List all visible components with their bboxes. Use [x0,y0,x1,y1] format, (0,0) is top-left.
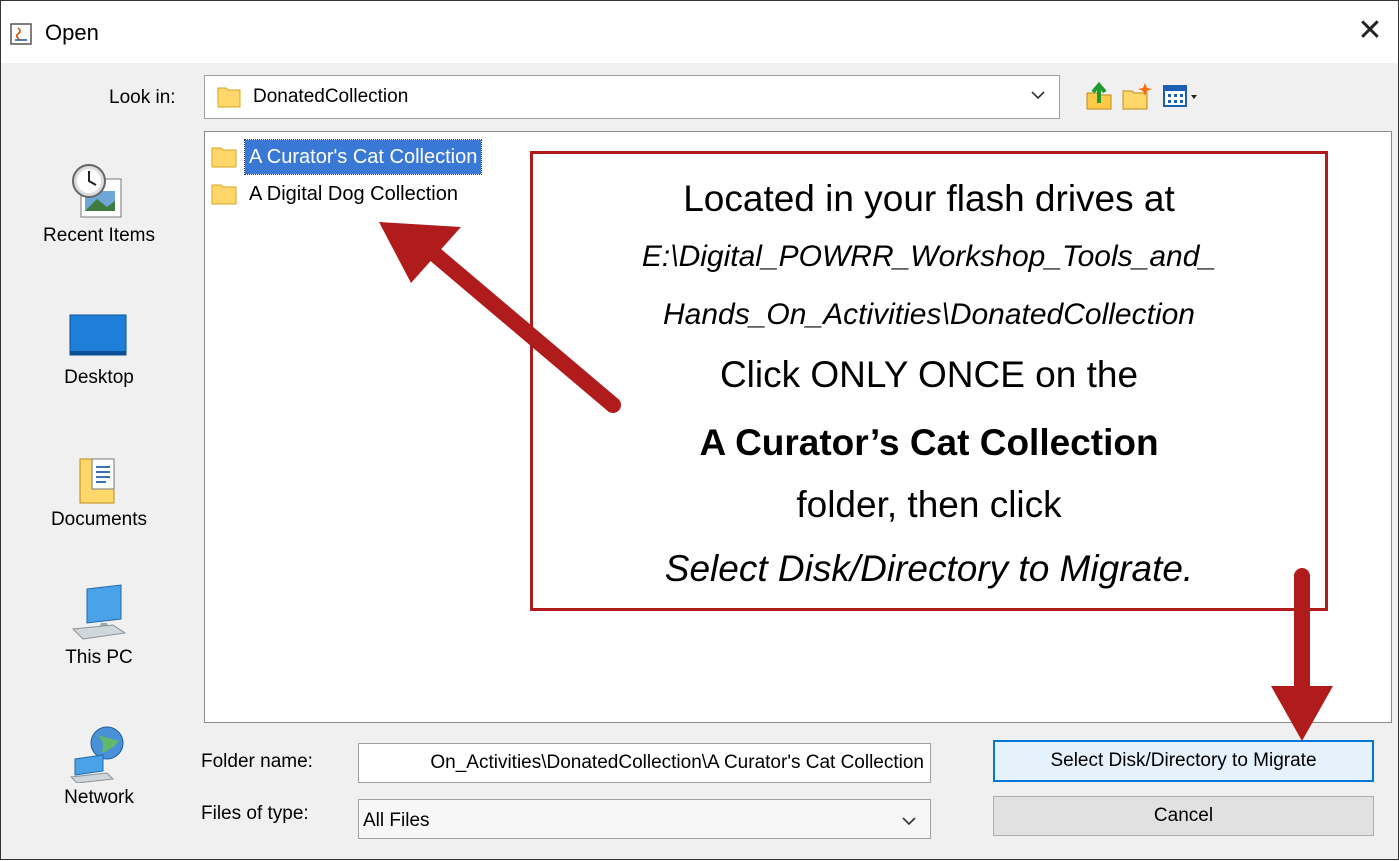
callout-line-6: folder, then click [796,484,1062,525]
place-label: This PC [65,647,133,668]
new-folder-icon[interactable] [1121,81,1153,111]
folder-icon [211,147,237,168]
files-of-type-label: Files of type: [201,803,309,824]
view-menu-icon[interactable] [1163,85,1203,109]
open-dialog: Open ✕ Look in: DonatedCollection Recent… [0,0,1399,860]
places-bar: Recent Items Desktop Documents This PC N… [9,131,189,831]
instruction-callout: Located in your flash drives at E:\Digit… [530,151,1328,611]
title-bar: Open ✕ [1,1,1398,63]
callout-line-4: Click ONLY ONCE on the [719,354,1139,395]
folder-name-input[interactable]: On_Activities\DonatedCollection\A Curato… [358,743,931,783]
java-app-icon [10,23,32,45]
folder-icon [211,184,237,205]
place-network[interactable]: Network [9,723,189,843]
place-documents[interactable]: Documents [9,449,189,569]
network-icon [69,726,124,783]
chevron-down-icon [902,817,916,826]
window-title: Open [45,20,99,45]
place-label: Recent Items [43,225,155,246]
folder-name-value: On_Activities\DonatedCollection\A Curato… [430,752,924,773]
close-button[interactable]: ✕ [1350,11,1390,51]
this-pc-icon [71,584,127,640]
folder-name-label: Folder name: [201,751,313,772]
look-in-dropdown[interactable]: DonatedCollection [204,75,1060,119]
select-disk-directory-button[interactable]: Select Disk/Directory to Migrate [993,740,1374,782]
place-desktop[interactable]: Desktop [9,311,189,431]
file-name: A Curator's Cat Collection [243,139,483,175]
file-name: A Digital Dog Collection [249,183,458,205]
place-label: Network [64,787,134,808]
place-recent-items[interactable]: Recent Items [9,161,189,281]
folder-icon [217,87,241,108]
documents-icon [79,458,115,504]
files-of-type-value: All Files [363,810,430,831]
cancel-button[interactable]: Cancel [993,796,1374,836]
chevron-down-icon [1031,91,1045,100]
look-in-value: DonatedCollection [253,86,409,107]
recent-items-icon [72,164,122,218]
files-of-type-dropdown[interactable]: All Files [358,799,931,839]
place-this-pc[interactable]: This PC [9,583,189,703]
place-label: Desktop [64,367,134,388]
close-icon: ✕ [1357,14,1383,47]
callout-line-1: Located in your flash drives at [683,178,1175,219]
callout-line-2: E:\Digital_POWRR_Workshop_Tools_and_ [641,240,1217,273]
callout-line-5: A Curator’s Cat Collection [699,422,1159,463]
place-label: Documents [50,509,148,530]
callout-line-3: Hands_On_Activities\DonatedCollection [663,298,1195,331]
look-in-label: Look in: [109,87,176,108]
up-folder-icon[interactable] [1085,81,1113,111]
callout-line-7: Select Disk/Directory to Migrate. [664,548,1194,589]
desktop-icon [69,314,127,356]
